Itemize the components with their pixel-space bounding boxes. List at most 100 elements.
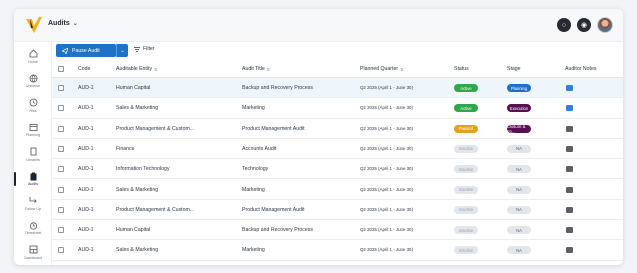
cell-title: Marketing [242, 105, 265, 112]
row-checkbox[interactable] [58, 105, 64, 112]
comment-icon[interactable] [566, 145, 573, 152]
top-icons: ○ ◉ [557, 17, 613, 33]
cell-quarter: Q2 2025 (April 1 - June 30) [360, 166, 413, 172]
avatar[interactable] [597, 17, 613, 33]
sidebar-item-follow-up[interactable]: Follow Up [14, 191, 52, 215]
audits-table: Code Auditable Entity ⇅ Audit Title ⇅ Plan… [52, 61, 623, 265]
comment-icon[interactable] [566, 227, 573, 234]
module-switcher[interactable]: Audits ⌄ [48, 20, 78, 27]
row-checkbox[interactable] [58, 125, 64, 132]
sidebar-item-universe[interactable]: Universe [14, 69, 52, 93]
messages-icon[interactable]: ○ [557, 18, 571, 32]
toolbar: Pause Audit ⌄ Filter [52, 42, 623, 61]
table-header: Code Auditable Entity ⇅ Audit Title ⇅ Plan… [52, 61, 623, 78]
cell-code: AUD-1 [78, 105, 94, 112]
table-row[interactable]: AUD-1 Finance Accounts Audit Q2 2025 (April… [52, 139, 623, 160]
pause-audit-button[interactable]: Pause Audit [56, 44, 116, 57]
select-all-checkbox[interactable] [58, 66, 64, 72]
stage-badge: NA [507, 144, 531, 153]
cell-code: AUD-1 [78, 206, 94, 213]
cell-title: Product Management Audit [242, 206, 305, 213]
column-header-status[interactable]: Status [454, 66, 469, 72]
sidebar-item-audits[interactable]: Audits [14, 167, 52, 191]
comment-icon[interactable] [566, 186, 573, 193]
column-header-notes[interactable]: Auditor Notes [565, 66, 596, 72]
comment-icon[interactable] [566, 166, 573, 173]
row-checkbox[interactable] [58, 227, 64, 234]
table-row[interactable]: AUD-1 Information Technology Technology Q2 … [52, 159, 623, 180]
sort-icon: ⇅ [266, 66, 271, 72]
stage-badge: NA [507, 185, 531, 194]
filter-button[interactable]: Filter [134, 46, 155, 52]
comment-icon[interactable] [566, 247, 573, 254]
column-header-title[interactable]: Audit Title ⇅ [242, 66, 270, 72]
sidebar-item-timesheet[interactable]: Timesheet [14, 216, 52, 240]
cell-entity: Information Technology [116, 166, 170, 173]
cell-code: AUD-1 [78, 125, 94, 132]
sidebar-item-dashboard[interactable]: Dashboard [14, 240, 52, 264]
row-checkbox[interactable] [58, 145, 64, 152]
cell-quarter: Q2 2025 (April 1 - June 30) [360, 227, 413, 233]
cell-title: Backup and Recovery Process [242, 227, 313, 234]
globe-icon [28, 73, 38, 83]
cell-title: Technology [242, 166, 269, 173]
clipboard-icon [28, 171, 38, 181]
cell-code: AUD-1 [78, 227, 94, 234]
table-row[interactable]: AUD-1 Human Capital Backup and Recovery Pr… [52, 220, 623, 241]
table-row[interactable]: AUD-1 Sales & Marketing Marketing Q2 2025 (… [52, 240, 623, 261]
table-row[interactable]: AUD-1 Human Capital Backup and Recovery Pr… [52, 78, 623, 99]
table-row[interactable]: AUD-1 Product Management & Custom... Produ… [52, 119, 623, 139]
pause-audit-dropdown[interactable]: ⌄ [116, 44, 128, 57]
app-logo-icon[interactable] [24, 16, 44, 34]
chevron-down-icon: ⌄ [72, 21, 78, 27]
sidebar-item-label: Audits [28, 182, 38, 186]
comment-icon[interactable] [566, 125, 573, 132]
sidebar-item-label: Planning [26, 133, 40, 137]
cell-quarter: Q2 2025 (April 1 - June 30) [360, 247, 413, 253]
row-checkbox[interactable] [58, 247, 64, 254]
stage-badge: Execution [507, 104, 531, 113]
sidebar-item-risk[interactable]: Risk [14, 93, 52, 117]
row-checkbox[interactable] [58, 206, 64, 213]
row-checkbox[interactable] [58, 85, 64, 91]
cell-quarter: Q2 2025 (April 1 - June 30) [360, 125, 413, 131]
sidebar-item-label: Libraries [26, 157, 40, 162]
cell-code: AUD-1 [78, 166, 94, 173]
row-checkbox[interactable] [58, 186, 64, 193]
pause-audit-label: Pause Audit [72, 47, 100, 54]
status-badge: Inactive [454, 205, 478, 214]
comment-icon[interactable] [566, 206, 573, 213]
cell-quarter: Q2 2025 (April 1 - June 30) [360, 186, 413, 192]
table-row[interactable]: AUD-1 Sales & Marketing Marketing Q2 2025 (… [52, 98, 623, 119]
cell-entity: Finance [116, 145, 135, 152]
cell-title: Backup and Recovery Process [242, 85, 313, 91]
sidebar-item-label: Home [28, 59, 38, 64]
app-window: Audits ⌄ ○ ◉ Home Universe Risk Planning Lib… [14, 9, 623, 265]
bell-icon[interactable]: ◉ [577, 18, 591, 32]
cell-quarter: Q2 2025 (April 1 - June 30) [360, 145, 413, 151]
table-row[interactable]: AUD-1 Product Management & Custom... Produ… [52, 200, 623, 221]
table-row[interactable]: AUD-1 Sales & Marketing Marketing Q2 2025 (… [52, 180, 623, 200]
sidebar-item-home[interactable]: Home [14, 44, 52, 68]
comment-icon[interactable] [566, 105, 573, 112]
column-header-code[interactable]: Code [78, 66, 90, 72]
follow-up-icon [28, 196, 38, 206]
status-badge: Inactive [454, 165, 478, 174]
column-header-entity[interactable]: Auditable Entity ⇅ [116, 66, 157, 72]
sort-icon: ⇅ [400, 66, 404, 72]
cell-entity: Sales & Marketing [116, 105, 159, 112]
book-icon [28, 147, 38, 157]
cell-title: Marketing [242, 186, 265, 193]
sidebar-item-planning[interactable]: Planning [14, 118, 52, 142]
status-badge: Inactive [454, 144, 478, 153]
row-checkbox[interactable] [58, 166, 64, 173]
sidebar-item-label: Risk [29, 108, 37, 113]
cell-quarter: Q2 2025 (April 1 - June 30) [360, 105, 413, 111]
column-header-stage[interactable]: Stage [507, 66, 521, 72]
stage-badge: Closure & Fo... [507, 124, 531, 134]
comment-icon[interactable] [566, 85, 573, 91]
sidebar: Home Universe Risk Planning Libraries Audits F… [14, 42, 52, 265]
sidebar-item-libraries[interactable]: Libraries [14, 142, 52, 166]
column-header-quarter[interactable]: Planned Quarter ⇅ [360, 66, 403, 72]
filter-icon [134, 46, 140, 52]
